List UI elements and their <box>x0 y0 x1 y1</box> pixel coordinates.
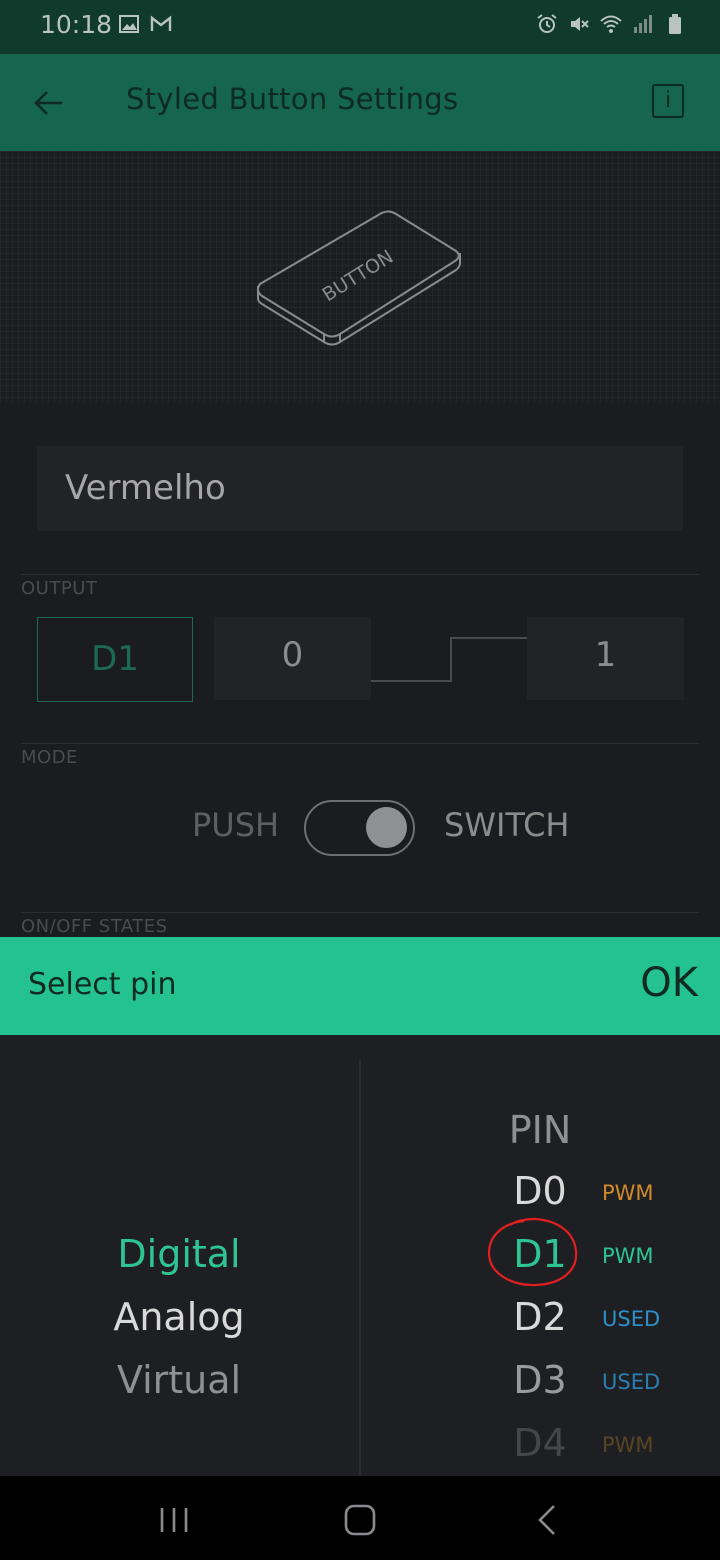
pin-tag: PWM <box>602 1181 654 1205</box>
mode-switch-label[interactable]: SWITCH <box>444 806 569 844</box>
pin-type-digital[interactable]: Digital <box>0 1232 358 1276</box>
mute-icon <box>571 17 589 31</box>
signal-icon <box>634 15 652 33</box>
navigation-bar <box>0 1476 720 1560</box>
pin-name: D1 <box>513 1232 567 1276</box>
alarm-icon <box>537 14 557 33</box>
image-icon <box>119 15 139 33</box>
pin-option-d1[interactable]: D1 PWM <box>470 1232 700 1292</box>
mode-toggle[interactable] <box>304 800 415 856</box>
widget-preview: BUTTON <box>0 151 720 403</box>
mode-section-label: MODE <box>21 747 78 768</box>
status-bar: 10:18 <box>0 0 720 54</box>
divider <box>21 743 699 744</box>
pin-option-d4[interactable]: D4 PWM <box>470 1421 700 1476</box>
pin-name: D4 <box>513 1421 567 1465</box>
pin-name: D0 <box>513 1169 567 1213</box>
pin-tag: PWM <box>602 1244 654 1268</box>
pin-picker: Digital Analog Virtual PIN D0 PWM D1 PWM… <box>0 1035 720 1476</box>
recent-apps-icon[interactable] <box>154 1503 194 1537</box>
button-illustration-label: BUTTON <box>319 246 398 307</box>
output-section-label: OUTPUT <box>21 578 98 599</box>
pin-option-d3[interactable]: D3 USED <box>470 1358 700 1418</box>
back-arrow-icon[interactable] <box>30 84 68 122</box>
info-icon: i <box>664 88 672 113</box>
toggle-knob <box>366 807 407 848</box>
divider <box>21 912 699 913</box>
pin-option-d2[interactable]: D2 USED <box>470 1295 700 1355</box>
select-pin-header: Select pin OK <box>0 937 720 1035</box>
mode-push-label[interactable]: PUSH <box>192 806 279 844</box>
output-pin-selector[interactable]: D1 <box>37 617 193 702</box>
step-graph <box>371 637 527 682</box>
info-button[interactable]: i <box>652 84 684 118</box>
picker-divider <box>359 1060 361 1476</box>
output-on-value[interactable]: 1 <box>527 617 684 700</box>
pin-name: D3 <box>513 1358 567 1402</box>
sheet-title: Select pin <box>28 967 177 1002</box>
states-section-label: ON/OFF STATES <box>21 916 168 937</box>
home-icon[interactable] <box>340 1503 380 1537</box>
pin-type-virtual[interactable]: Virtual <box>0 1358 358 1402</box>
widget-name-input[interactable]: Vermelho <box>37 446 683 531</box>
back-icon[interactable] <box>528 1503 568 1537</box>
pin-type-analog[interactable]: Analog <box>0 1295 358 1339</box>
battery-icon <box>669 14 681 34</box>
page-title: Styled Button Settings <box>126 82 459 116</box>
status-time: 10:18 <box>40 10 113 39</box>
pin-tag: USED <box>602 1370 661 1394</box>
wifi-icon <box>600 15 622 33</box>
pin-name: D2 <box>513 1295 567 1339</box>
output-off-value[interactable]: 0 <box>214 617 371 700</box>
pin-tag: PWM <box>602 1433 654 1457</box>
pin-column-header: PIN <box>508 1108 572 1152</box>
ok-button[interactable]: OK <box>640 960 698 1006</box>
app-bar: Styled Button Settings i <box>0 54 720 151</box>
gmail-icon <box>150 15 172 31</box>
divider <box>21 574 699 575</box>
button-illustration: BUTTON <box>256 210 461 346</box>
pin-tag: USED <box>602 1307 661 1331</box>
pin-option-d0[interactable]: D0 PWM <box>470 1169 700 1229</box>
